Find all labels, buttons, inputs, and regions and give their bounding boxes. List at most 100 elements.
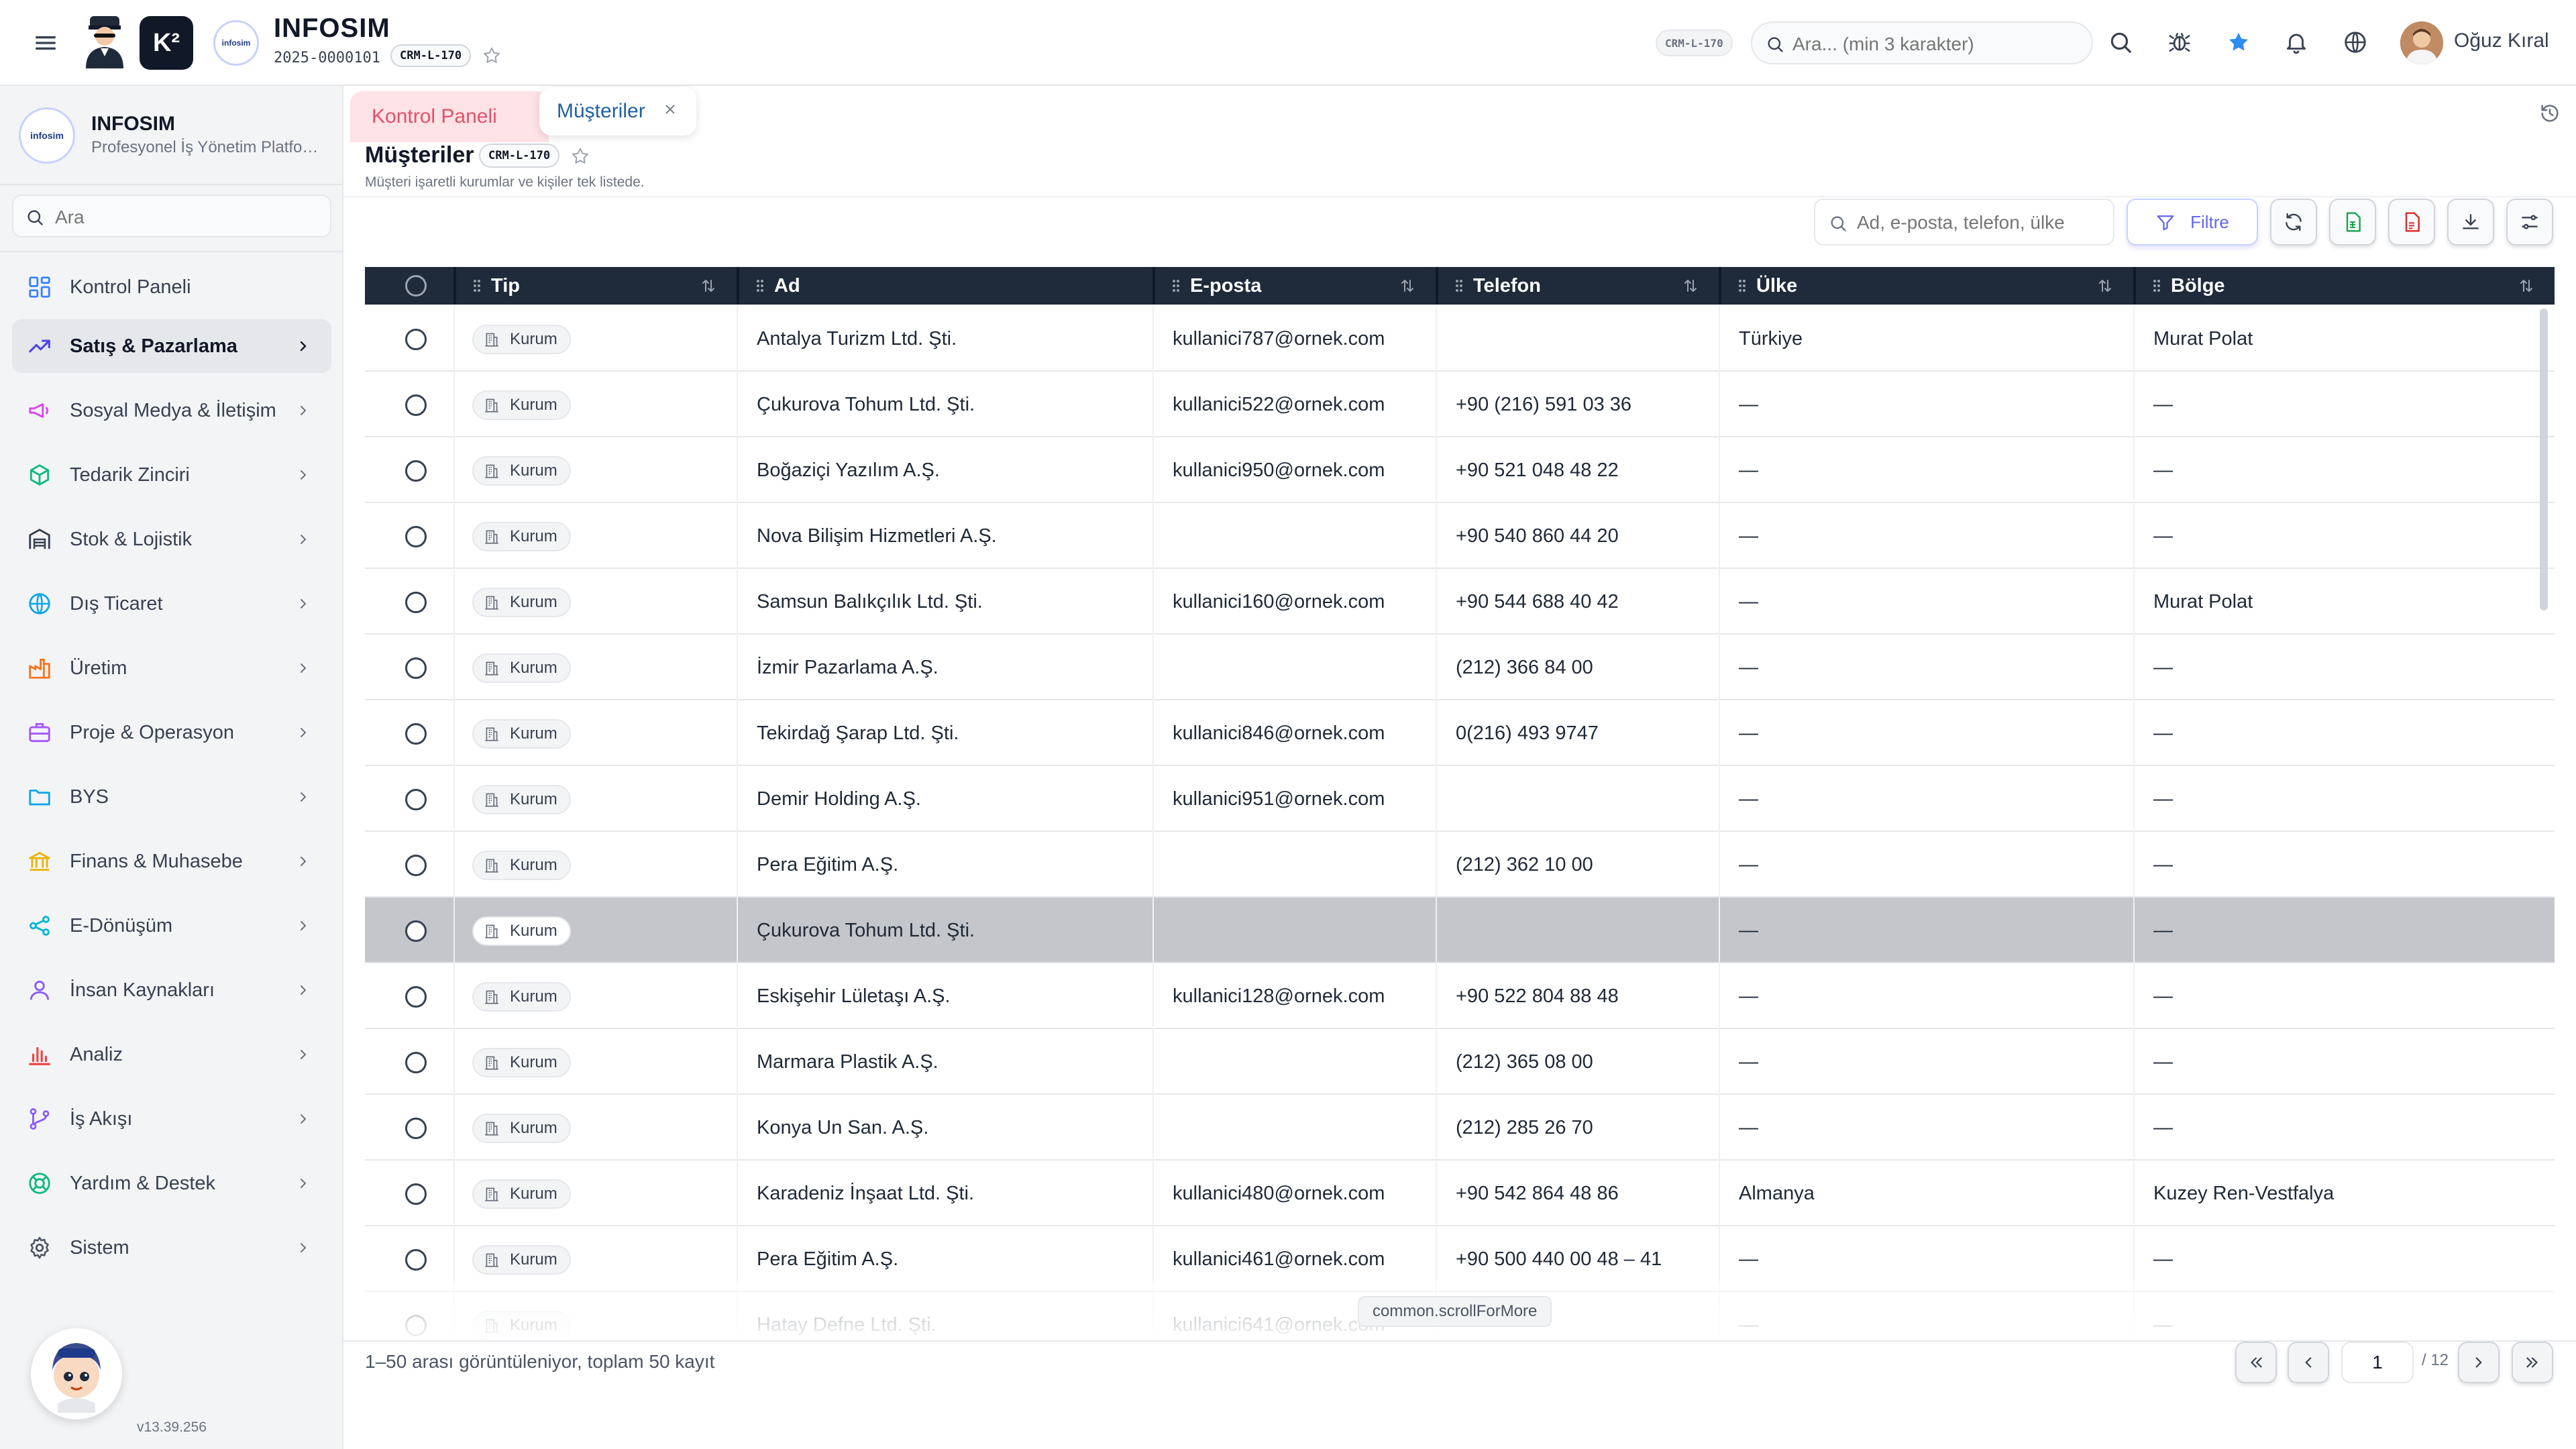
sidebar-item-is-akisi[interactable]: İş Akışı bbox=[12, 1092, 331, 1146]
folder-icon bbox=[29, 790, 50, 806]
export-excel-button[interactable] bbox=[2329, 199, 2376, 246]
sidebar-item-analiz[interactable]: Analiz bbox=[12, 1028, 331, 1081]
sort-icon[interactable] bbox=[2518, 278, 2534, 294]
row-select-radio[interactable] bbox=[405, 526, 427, 547]
row-select-radio[interactable] bbox=[405, 460, 427, 482]
close-icon[interactable] bbox=[663, 102, 678, 117]
sidebar-item-stok-lojistik[interactable]: Stok & Lojistik bbox=[12, 513, 331, 566]
row-select-radio[interactable] bbox=[405, 986, 427, 1008]
row-select-radio[interactable] bbox=[405, 329, 427, 350]
table-row[interactable]: Kurum Nova Bilişim Hizmetleri A.Ş. +90 540… bbox=[365, 503, 2555, 569]
first-page-button[interactable] bbox=[2235, 1342, 2277, 1383]
table-row[interactable]: Kurum Eskişehir Lületaşı A.Ş. kullanici128… bbox=[365, 963, 2555, 1029]
sidebar-item-dis-ticaret[interactable]: Dış Ticaret bbox=[12, 577, 331, 631]
row-select-radio[interactable] bbox=[405, 657, 427, 679]
star-icon[interactable] bbox=[570, 146, 590, 166]
row-select-radio[interactable] bbox=[405, 1118, 427, 1139]
column-header-ulke[interactable]: Ülke bbox=[1720, 267, 2133, 305]
drag-handle-icon[interactable] bbox=[472, 278, 482, 294]
sidebar-item-uretim[interactable]: Üretim bbox=[12, 641, 331, 695]
building-icon bbox=[485, 1056, 498, 1070]
row-select-radio[interactable] bbox=[405, 855, 427, 876]
table-row[interactable]: Kurum Pera Eğitim A.Ş. (212) 362 10 00 — — bbox=[365, 832, 2555, 898]
table-row[interactable]: Kurum Antalya Turizm Ltd. Şti. kullanici78… bbox=[365, 306, 2555, 372]
star-icon[interactable] bbox=[482, 46, 502, 66]
download-button[interactable] bbox=[2447, 199, 2494, 246]
row-select-radio[interactable] bbox=[405, 723, 427, 745]
row-select-radio[interactable] bbox=[405, 920, 427, 942]
sort-icon[interactable] bbox=[700, 278, 716, 294]
row-select-radio[interactable] bbox=[405, 789, 427, 810]
row-select-radio[interactable] bbox=[405, 394, 427, 416]
sidebar-item-insan-kaynaklari[interactable]: İnsan Kaynakları bbox=[12, 963, 331, 1017]
user-avatar[interactable] bbox=[2400, 21, 2443, 64]
filter-button[interactable]: Filtre bbox=[2127, 199, 2258, 246]
drag-handle-icon[interactable] bbox=[1454, 278, 1464, 294]
tab-kontrol-paneli[interactable]: Kontrol Paneli bbox=[350, 91, 549, 142]
menu-icon[interactable] bbox=[32, 30, 59, 56]
table-search[interactable] bbox=[1814, 199, 2114, 246]
drag-handle-icon[interactable] bbox=[755, 278, 765, 294]
sidebar-item-kontrol-paneli[interactable]: Kontrol Paneli bbox=[12, 260, 331, 314]
row-select-radio[interactable] bbox=[405, 1183, 427, 1205]
sidebar-item-bys[interactable]: BYS bbox=[12, 770, 331, 824]
sort-icon[interactable] bbox=[1682, 278, 1699, 294]
sidebar-search[interactable] bbox=[12, 195, 331, 237]
drag-handle-icon[interactable] bbox=[1171, 278, 1181, 294]
bug-icon[interactable] bbox=[2167, 30, 2192, 55]
next-page-button[interactable] bbox=[2458, 1342, 2500, 1383]
tab-musteriler[interactable]: Müşteriler bbox=[539, 87, 696, 136]
column-settings-button[interactable] bbox=[2506, 199, 2553, 246]
sidebar-item-tedarik-zinciri[interactable]: Tedarik Zinciri bbox=[12, 448, 331, 502]
history-icon[interactable] bbox=[2538, 102, 2561, 125]
row-select-radio[interactable] bbox=[405, 1249, 427, 1271]
sidebar-item-finans-muhasebe[interactable]: Finans & Muhasebe bbox=[12, 835, 331, 888]
sidebar-item-yardim-destek[interactable]: Yardım & Destek bbox=[12, 1157, 331, 1210]
table-search-input[interactable] bbox=[1857, 209, 2105, 236]
table-row[interactable]: Kurum Demir Holding A.Ş. kullanici951@orne… bbox=[365, 766, 2555, 832]
assistant-mascot[interactable] bbox=[31, 1328, 122, 1419]
search-icon[interactable] bbox=[2108, 30, 2133, 55]
table-row[interactable]: Kurum Marmara Plastik A.Ş. (212) 365 08 00… bbox=[365, 1029, 2555, 1095]
k2-logo[interactable]: K² bbox=[140, 16, 193, 70]
table-row[interactable]: Kurum Tekirdağ Şarap Ltd. Şti. kullanici84… bbox=[365, 700, 2555, 766]
column-header-ad[interactable]: Ad bbox=[738, 267, 1152, 305]
user-name[interactable]: Oğuz Kıral bbox=[2454, 30, 2549, 52]
sort-icon[interactable] bbox=[1399, 278, 1415, 294]
bell-icon[interactable] bbox=[2284, 30, 2309, 55]
sidebar-item-e-donusum[interactable]: E-Dönüşüm bbox=[12, 899, 331, 953]
sidebar-item-sosyal-medya[interactable]: Sosyal Medya & İletişim bbox=[12, 384, 331, 437]
sidebar-item-satis-pazarlama[interactable]: Satış & Pazarlama bbox=[12, 319, 331, 373]
sidebar-item-sistem[interactable]: Sistem bbox=[12, 1221, 331, 1275]
globe-icon[interactable] bbox=[2343, 30, 2368, 55]
sidebar-search-input[interactable] bbox=[55, 204, 323, 231]
column-header-bolge[interactable]: Bölge bbox=[2135, 267, 2555, 305]
favorites-star-icon[interactable] bbox=[2226, 30, 2251, 55]
table-row[interactable]: Kurum Konya Un San. A.Ş. (212) 285 26 70 — — bbox=[365, 1095, 2555, 1161]
table-row[interactable]: Kurum İzmir Pazarlama A.Ş. (212) 366 84 00… bbox=[365, 635, 2555, 700]
table-row[interactable]: Kurum Boğaziçi Yazılım A.Ş. kullanici950@o… bbox=[365, 437, 2555, 503]
sort-icon[interactable] bbox=[2097, 278, 2113, 294]
column-header-tip[interactable]: Tip bbox=[455, 267, 737, 305]
prev-page-button[interactable] bbox=[2288, 1342, 2329, 1383]
global-search[interactable] bbox=[1751, 21, 2093, 64]
drag-handle-icon[interactable] bbox=[2152, 278, 2161, 294]
column-header-telefon[interactable]: Telefon bbox=[1437, 267, 1719, 305]
table-row[interactable]: Kurum Çukurova Tohum Ltd. Şti. — — bbox=[365, 898, 2555, 963]
table-row[interactable]: Kurum Samsun Balıkçılık Ltd. Şti. kullanic… bbox=[365, 569, 2555, 635]
table-row[interactable]: Kurum Çukurova Tohum Ltd. Şti. kullanici52… bbox=[365, 372, 2555, 437]
table-scrollbar[interactable] bbox=[2540, 309, 2548, 610]
column-header-eposta[interactable]: E-posta bbox=[1154, 267, 1436, 305]
cell-eposta: kullanici951@ornek.com bbox=[1173, 788, 1385, 810]
row-select-radio[interactable] bbox=[405, 1052, 427, 1073]
drag-handle-icon[interactable] bbox=[1737, 278, 1747, 294]
select-all-radio[interactable] bbox=[405, 275, 427, 297]
global-search-input[interactable] bbox=[1792, 31, 2081, 58]
sidebar-item-proje-operasyon[interactable]: Proje & Operasyon bbox=[12, 706, 331, 759]
last-page-button[interactable] bbox=[2512, 1342, 2553, 1383]
table-row[interactable]: Kurum Karadeniz İnşaat Ltd. Şti. kullanici… bbox=[365, 1161, 2555, 1226]
page-number-input[interactable]: 1 bbox=[2341, 1342, 2414, 1383]
export-pdf-button[interactable] bbox=[2388, 199, 2435, 246]
refresh-button[interactable] bbox=[2270, 199, 2317, 246]
row-select-radio[interactable] bbox=[405, 592, 427, 613]
